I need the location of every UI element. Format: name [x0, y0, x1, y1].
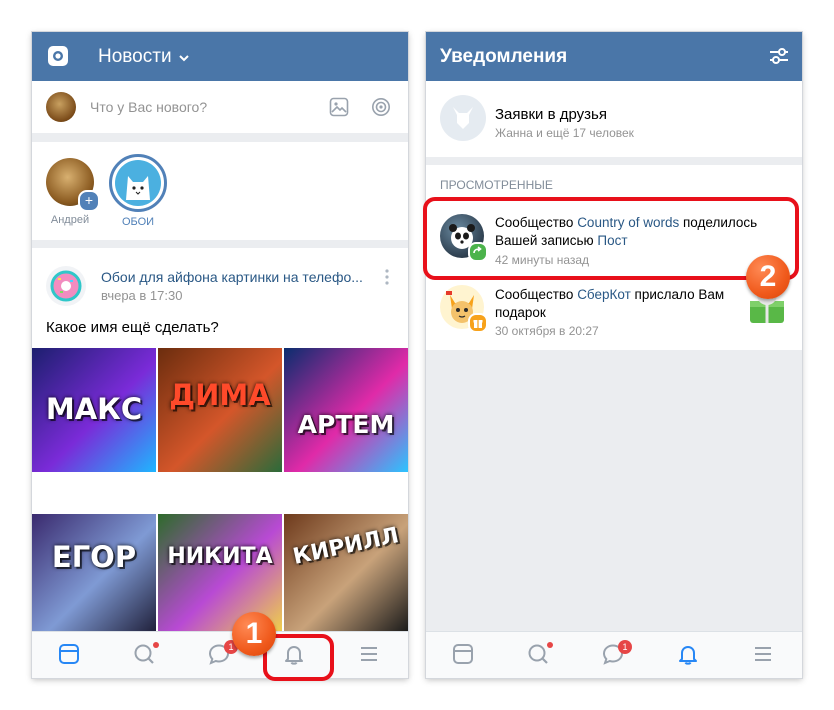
tile-label: НИКИТА — [167, 544, 273, 569]
tab-search[interactable] — [107, 632, 182, 678]
tab-messages[interactable]: 1 — [576, 632, 651, 678]
photo-tile[interactable]: ДИМА — [158, 348, 282, 472]
friend-requests-title: Заявки в друзья — [495, 106, 607, 123]
tab-menu[interactable] — [726, 632, 801, 678]
tab-bar: 1 — [426, 631, 802, 678]
bell-icon — [679, 646, 697, 665]
tab-search[interactable] — [501, 632, 576, 678]
camera-icon[interactable] — [47, 45, 69, 67]
add-story-icon[interactable]: + — [78, 190, 100, 212]
tile-label: КИРИЛЛ — [290, 523, 402, 570]
news-header: Новости — [32, 32, 408, 81]
friend-requests[interactable]: Заявки в друзья Жанна и ещё 17 человек — [426, 81, 802, 157]
tile-label: ЕГОР — [51, 540, 137, 574]
section-title: ПРОСМОТРЕННЫЕ — [440, 178, 553, 192]
avatar — [440, 95, 486, 141]
broadcast-icon[interactable] — [371, 97, 391, 122]
tab-notifications[interactable] — [651, 632, 726, 678]
notification-item[interactable]: Сообщество СберКот прислало Вам подарок … — [426, 277, 802, 347]
text-prefix: Сообщество — [495, 287, 578, 302]
gift-status-icon — [468, 313, 488, 333]
settings-sliders-icon[interactable] — [768, 46, 790, 71]
composer[interactable]: Что у Вас нового? — [32, 81, 408, 133]
friend-requests-subtitle: Жанна и ещё 17 человек — [495, 126, 634, 140]
notification-dot — [547, 642, 553, 648]
notification-dot — [153, 642, 159, 648]
notifications-screen: Уведомления Заявки в друзья Жанна и ещё … — [426, 32, 802, 678]
tile-label: МАКС — [45, 392, 143, 426]
highlight-notification — [423, 197, 799, 280]
stories: + Андрей ОБОИ — [32, 142, 408, 240]
chevron-down-icon[interactable] — [178, 50, 190, 68]
photo-grid: МАКС ДИМА АРТЕМ ЕГОР НИКИТА КИРИЛЛ — [32, 348, 408, 632]
step-1-badge: 1 — [232, 612, 276, 656]
search-icon — [528, 644, 548, 664]
story-name: Андрей — [50, 214, 90, 226]
news-icon — [59, 644, 79, 664]
post-text: Какое имя ещё сделать? — [46, 319, 219, 336]
messages-badge: 1 — [618, 640, 632, 654]
cat-avatar — [115, 160, 161, 206]
more-options-icon[interactable] — [384, 268, 390, 291]
avatar — [46, 92, 76, 122]
photo-tile[interactable]: МАКС — [32, 348, 156, 472]
menu-icon — [361, 647, 377, 661]
page-title: Уведомления — [440, 46, 568, 67]
image-icon[interactable] — [329, 97, 349, 122]
notification-text: Сообщество СберКот прислало Вам подарок — [495, 286, 735, 322]
step-2-badge: 2 — [746, 255, 790, 299]
page-title[interactable]: Новости — [98, 46, 172, 68]
story-name: ОБОИ — [121, 216, 155, 228]
tab-news[interactable] — [32, 632, 107, 678]
photo-tile[interactable]: АРТЕМ — [284, 348, 408, 472]
tile-label: АРТЕМ — [297, 410, 395, 439]
post: Обои для айфона картинки на телефо... вч… — [32, 248, 408, 632]
photo-tile[interactable]: ЕГОР — [32, 514, 156, 632]
photo-tile[interactable]: КИРИЛЛ — [284, 514, 408, 632]
menu-icon — [755, 647, 771, 661]
tab-menu[interactable] — [332, 632, 407, 678]
tab-bar: 1 — [32, 631, 408, 678]
post-time[interactable]: вчера в 17:30 — [101, 288, 182, 303]
notification-time: 30 октября в 20:27 — [495, 324, 599, 338]
story-item[interactable]: + Андрей — [46, 158, 100, 226]
notifications-header: Уведомления — [426, 32, 802, 81]
community-link[interactable]: СберКот — [577, 287, 631, 302]
community-avatar[interactable] — [46, 266, 86, 306]
composer-input[interactable]: Что у Вас нового? — [90, 99, 207, 115]
news-icon — [453, 644, 473, 664]
story-ring — [109, 154, 167, 212]
search-icon — [134, 644, 154, 664]
tab-news[interactable] — [426, 632, 501, 678]
story-item[interactable]: ОБОИ — [109, 154, 169, 228]
post-author[interactable]: Обои для айфона картинки на телефо... — [101, 269, 363, 285]
news-screen: Новости Что у Вас нового? + Андрей ОБОИ — [32, 32, 408, 678]
tile-label: ДИМА — [169, 378, 271, 412]
